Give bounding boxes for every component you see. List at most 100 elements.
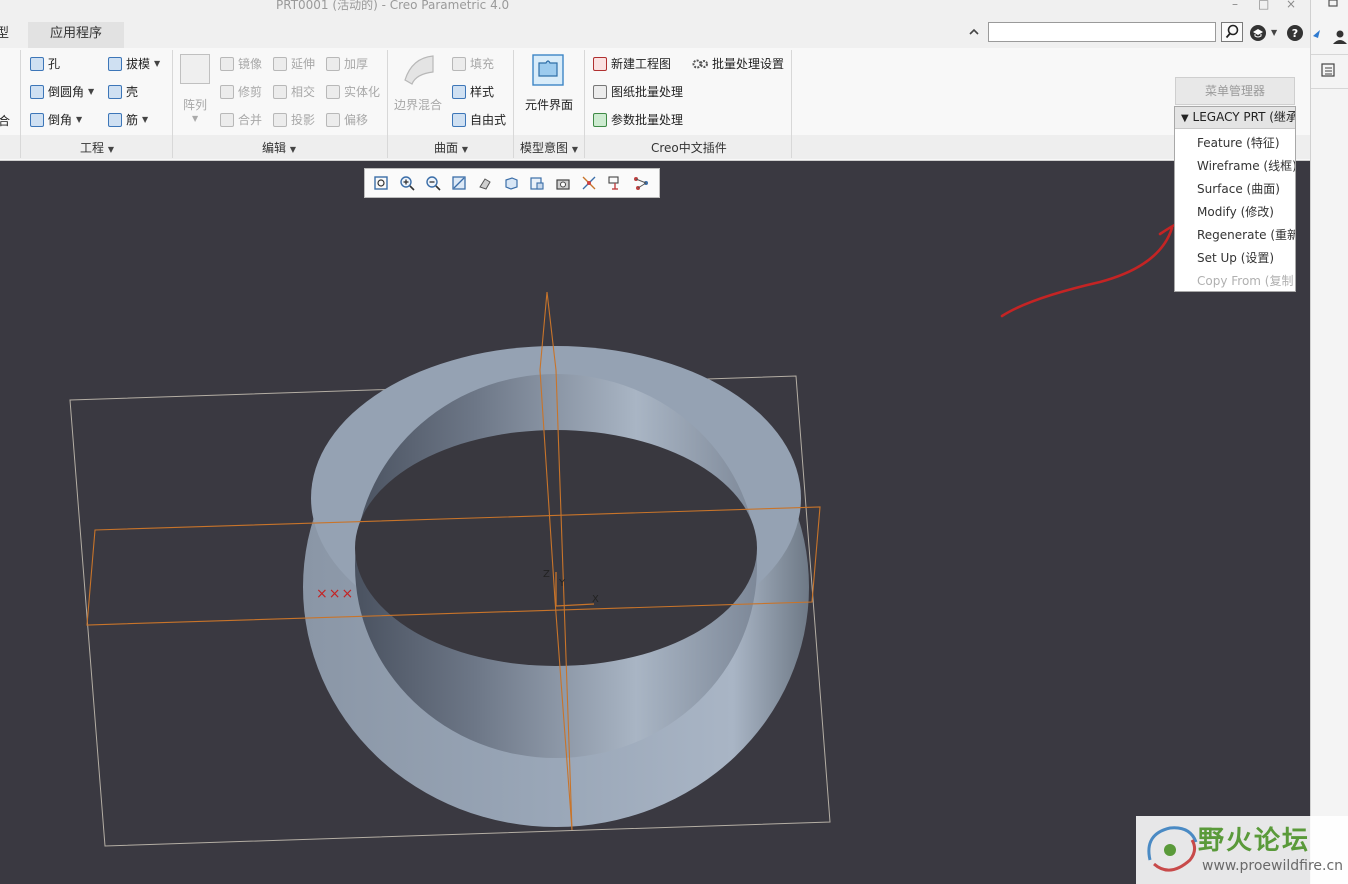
zoom-in-icon bbox=[400, 176, 415, 191]
batch-settings-button[interactable]: 批量处理设置 bbox=[692, 55, 784, 72]
chamfer-button[interactable]: 倒角 ▼ bbox=[30, 111, 82, 128]
group-label-edit[interactable]: 编辑 ▼ bbox=[262, 139, 296, 156]
display-style-button[interactable] bbox=[501, 173, 521, 193]
annotation-display-icon bbox=[608, 176, 619, 190]
zoom-out-button[interactable] bbox=[423, 173, 443, 193]
thicken-button[interactable]: 加厚 bbox=[326, 55, 368, 72]
group-label-engineering[interactable]: 工程 ▼ bbox=[80, 139, 114, 156]
intersect-icon bbox=[273, 84, 287, 99]
merge-icon bbox=[220, 112, 234, 127]
menu-item-modify[interactable]: Modify (修改) bbox=[1197, 203, 1274, 220]
search-button[interactable] bbox=[1221, 22, 1243, 42]
menu-item-surface[interactable]: Surface (曲面) bbox=[1197, 180, 1280, 197]
group-separator bbox=[791, 50, 792, 158]
tab-row: 型 应用程序 ▼ ? bbox=[0, 22, 1310, 48]
collapse-triangle-icon: ▼ bbox=[1181, 113, 1189, 124]
list-icon[interactable] bbox=[1321, 62, 1337, 78]
solidify-icon bbox=[326, 84, 340, 99]
title-bar: PRT0001 (活动的) - Creo Parametric 4.0 – □ … bbox=[0, 0, 1310, 22]
maximize-button[interactable]: □ bbox=[1258, 0, 1269, 11]
saved-orientations-button[interactable] bbox=[475, 173, 495, 193]
rib-button[interactable]: 筋 ▼ bbox=[108, 111, 148, 128]
thicken-icon bbox=[326, 56, 340, 71]
new-drawing-icon bbox=[593, 56, 607, 71]
annotation-display-button[interactable] bbox=[605, 173, 625, 193]
zoom-out-icon bbox=[426, 176, 441, 191]
shell-button[interactable]: 壳 bbox=[108, 83, 138, 100]
perspective-button[interactable] bbox=[553, 173, 573, 193]
merge-button[interactable]: 合并 bbox=[220, 111, 262, 128]
rib-icon bbox=[108, 112, 122, 127]
intersect-button[interactable]: 相交 bbox=[273, 83, 315, 100]
hole-button[interactable]: 孔 bbox=[30, 55, 60, 72]
extend-button[interactable]: 延伸 bbox=[273, 55, 315, 72]
help-icon[interactable]: ? bbox=[1286, 24, 1304, 42]
watermark-name: 野火论坛 bbox=[1198, 826, 1311, 856]
csys-y-label: Y bbox=[558, 578, 566, 589]
pattern-icon bbox=[180, 54, 210, 84]
boundary-blend-button[interactable]: 边界混合 bbox=[394, 96, 442, 113]
model-viewport[interactable]: Z Y X ××× bbox=[0, 160, 1310, 884]
round-dropdown-icon: ▼ bbox=[88, 87, 95, 96]
menu-item-setup[interactable]: Set Up (设置) bbox=[1197, 249, 1274, 266]
menu-item-regenerate[interactable]: Regenerate (重新 bbox=[1197, 226, 1295, 243]
group-label-model-intent[interactable]: 模型意图 ▼ bbox=[520, 139, 578, 156]
parameter-batch-button[interactable]: 参数批量处理 bbox=[593, 111, 683, 128]
ribbon-partial-item[interactable]: 合 bbox=[0, 112, 10, 129]
strip-divider bbox=[1311, 54, 1348, 55]
gear-icon bbox=[692, 59, 708, 68]
search-input[interactable] bbox=[988, 22, 1216, 42]
round-button[interactable]: 倒圆角 ▼ bbox=[30, 83, 94, 100]
repaint-icon bbox=[452, 176, 466, 190]
group-label-surface[interactable]: 曲面 ▼ bbox=[434, 139, 468, 156]
project-button[interactable]: 投影 bbox=[273, 111, 315, 128]
menu-item-wireframe[interactable]: Wireframe (线框) bbox=[1197, 157, 1295, 174]
community-dropdown-icon[interactable]: ▼ bbox=[1271, 28, 1277, 37]
style-button[interactable]: 样式 bbox=[452, 83, 494, 100]
refit-button[interactable] bbox=[371, 173, 391, 193]
mirror-button[interactable]: 镜像 bbox=[220, 55, 262, 72]
solidify-button[interactable]: 实体化 bbox=[326, 83, 380, 100]
strip-divider bbox=[1311, 88, 1348, 89]
boundary-blend-icon bbox=[404, 55, 434, 85]
freestyle-button[interactable]: 自由式 bbox=[452, 111, 506, 128]
offset-button[interactable]: 偏移 bbox=[326, 111, 368, 128]
tab-applications[interactable]: 应用程序 bbox=[28, 22, 124, 48]
component-interface-button[interactable]: 元件界面 bbox=[525, 96, 573, 113]
collapse-ribbon-icon[interactable] bbox=[968, 26, 980, 38]
trim-icon bbox=[220, 84, 234, 99]
menu-item-copy-from: Copy From (复制 bbox=[1197, 274, 1294, 288]
pattern-button[interactable]: 阵列 bbox=[183, 96, 207, 113]
pattern-dropdown-icon[interactable]: ▼ bbox=[192, 114, 198, 123]
minimize-button[interactable]: – bbox=[1232, 0, 1238, 11]
trim-button[interactable]: 修剪 bbox=[220, 83, 262, 100]
view-manager-button[interactable] bbox=[527, 173, 547, 193]
adjacent-window-strip bbox=[1310, 0, 1348, 884]
freestyle-icon bbox=[452, 112, 466, 127]
annotation-arrow bbox=[1000, 220, 1186, 318]
style-icon bbox=[452, 84, 466, 99]
draft-button[interactable]: 拔模 ▼ bbox=[108, 55, 160, 72]
close-button[interactable]: × bbox=[1286, 0, 1296, 11]
round-icon bbox=[30, 84, 44, 99]
repaint-button[interactable] bbox=[449, 173, 469, 193]
fill-button[interactable]: 填充 bbox=[452, 55, 494, 72]
offset-icon bbox=[326, 112, 340, 127]
spin-center-icon bbox=[634, 177, 648, 190]
star-icon[interactable] bbox=[1311, 28, 1325, 44]
new-drawing-button[interactable]: 新建工程图 bbox=[593, 55, 671, 72]
datum-display-button[interactable] bbox=[579, 173, 599, 193]
tab-model-partial[interactable]: 型 bbox=[0, 22, 14, 48]
menu-item-feature[interactable]: Feature (特征) bbox=[1197, 134, 1280, 151]
chamfer-icon bbox=[30, 112, 44, 127]
display-style-icon bbox=[505, 177, 518, 190]
component-interface-icon bbox=[532, 54, 564, 86]
csys-x-label: X bbox=[592, 594, 599, 605]
zoom-in-button[interactable] bbox=[397, 173, 417, 193]
menu-manager-title[interactable]: ▼ LEGACY PRT (继承 bbox=[1175, 107, 1295, 129]
drawing-batch-button[interactable]: 图纸批量处理 bbox=[593, 83, 683, 100]
user-icon[interactable] bbox=[1331, 28, 1347, 44]
spin-center-button[interactable] bbox=[631, 173, 651, 193]
community-icon[interactable] bbox=[1249, 24, 1267, 42]
watermark-url: www.proewildfire.cn bbox=[1202, 858, 1344, 874]
